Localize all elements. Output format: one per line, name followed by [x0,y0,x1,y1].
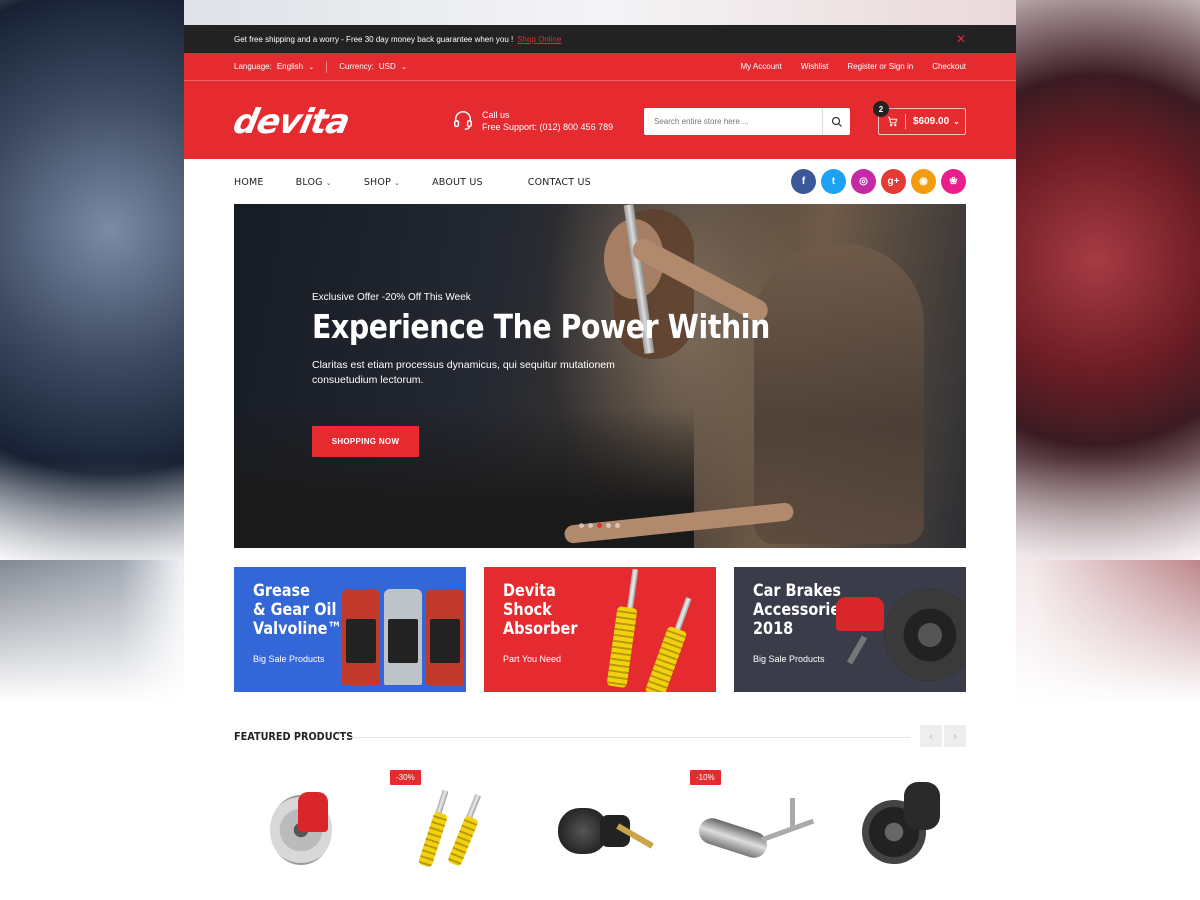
language-select[interactable]: English ⌄ [277,62,314,71]
slider-dot[interactable] [597,523,602,528]
cart-button[interactable]: 2 $609.00 ⌄ [873,101,966,135]
slider-dot[interactable] [588,523,593,528]
wishlist-link[interactable]: Wishlist [801,62,829,71]
logo[interactable]: devita [230,102,353,142]
search-bar [644,108,850,135]
search-button[interactable] [822,108,850,135]
cart-count-badge: 2 [873,101,889,117]
chevron-down-icon: ⌄ [308,64,315,71]
announcement-text: Get free shipping and a worry - Free 30 … [234,34,514,44]
featured-products-title: FEATURED PRODUCTS [234,730,354,743]
banner-grease-oil[interactable]: Grease & Gear Oil Valvoline™ Big Sale Pr… [234,567,466,692]
nav-home[interactable]: HOME [234,177,264,188]
slider-dots [579,523,620,528]
main-nav: HOME BLOG ⌄ SHOP ⌄ ABOUT US CONTACT US f t… [184,159,1016,205]
nav-shop[interactable]: SHOP ⌄ [364,177,400,188]
banner-subtitle: Part You Need [503,654,562,664]
banner-title: Car Brakes Accessories 2018 [753,581,849,639]
hero-title: Experience The Power Within [312,307,770,346]
header-utility-row: Language: English ⌄ Currency: USD ⌄ My A… [184,53,1016,81]
cart-total: $609.00 [913,116,950,127]
banner-subtitle: Big Sale Products [253,654,325,664]
prev-arrow-icon[interactable]: ‹ [920,725,942,747]
chevron-down-icon: ⌄ [325,178,332,187]
account-links: My Account Wishlist Register or Sign in … [740,62,966,71]
header: Language: English ⌄ Currency: USD ⌄ My A… [184,53,1016,159]
rss-icon[interactable]: ◉ [911,169,936,194]
chevron-down-icon: ⌄ [953,117,960,126]
support-info: Call us Free Support: (012) 800 456 789 [452,109,613,133]
nav-contact-us[interactable]: CONTACT US [528,177,591,188]
nav-about-us[interactable]: ABOUT US [432,177,483,188]
slider-dot[interactable] [615,523,620,528]
top-announcement-bar: Get free shipping and a worry - Free 30 … [184,25,1016,53]
search-input[interactable] [644,108,822,135]
search-icon [831,116,842,127]
my-account-link[interactable]: My Account [740,62,781,71]
hero-caption: Exclusive Offer -20% Off This Week Exper… [312,292,844,388]
currency-select[interactable]: USD ⌄ [379,62,407,71]
next-arrow-icon[interactable]: › [944,725,966,747]
hero-description: Claritas est etiam processus dynamicus, … [312,359,615,386]
sale-badge: -30% [390,770,421,785]
headset-icon [454,111,472,130]
facebook-icon[interactable]: f [791,169,816,194]
chevron-down-icon: ⌄ [394,178,401,187]
shop-online-link[interactable]: Shop Online [517,35,561,44]
banner-shock-absorber[interactable]: Devita Shock Absorber Part You Need [484,567,716,692]
support-label: Call us [482,110,510,120]
banner-title: Devita Shock Absorber [503,581,578,639]
product-card[interactable] [240,770,370,900]
banner-car-brakes[interactable]: Car Brakes Accessories 2018 Big Sale Pro… [734,567,966,692]
product-card[interactable] [840,770,970,900]
hero-model-image [754,244,924,544]
cart-icon [887,116,898,127]
support-phone: Free Support: (012) 800 456 789 [482,122,614,132]
social-links: f t ◎ g+ ◉ ❀ [791,169,966,194]
currency-label: Currency: [339,62,374,71]
language-label: Language: [234,62,272,71]
hero-slider: Exclusive Offer -20% Off This Week Exper… [234,204,966,548]
register-signin-link[interactable]: Register or Sign in [847,62,913,71]
sale-badge: -10% [690,770,721,785]
nav-blog[interactable]: BLOG ⌄ [296,177,332,188]
close-icon[interactable]: ✕ [956,32,966,46]
hero-pretitle: Exclusive Offer -20% Off This Week [312,292,471,303]
banner-title: Grease & Gear Oil Valvoline™ [253,581,342,639]
product-card[interactable]: -10% [690,770,820,900]
product-card[interactable] [540,770,670,900]
product-card[interactable]: -30% [390,770,520,900]
page: Get free shipping and a worry - Free 30 … [184,25,1016,900]
google-plus-icon[interactable]: g+ [881,169,906,194]
chevron-down-icon: ⌄ [401,64,407,71]
slider-dot[interactable] [579,523,584,528]
checkout-link[interactable]: Checkout [932,62,966,71]
dribbble-icon[interactable]: ❀ [941,169,966,194]
banner-subtitle: Big Sale Products [753,654,825,664]
slider-dot[interactable] [606,523,611,528]
instagram-icon[interactable]: ◎ [851,169,876,194]
shopping-now-button[interactable]: SHOPPING NOW [312,426,419,457]
twitter-icon[interactable]: t [821,169,846,194]
